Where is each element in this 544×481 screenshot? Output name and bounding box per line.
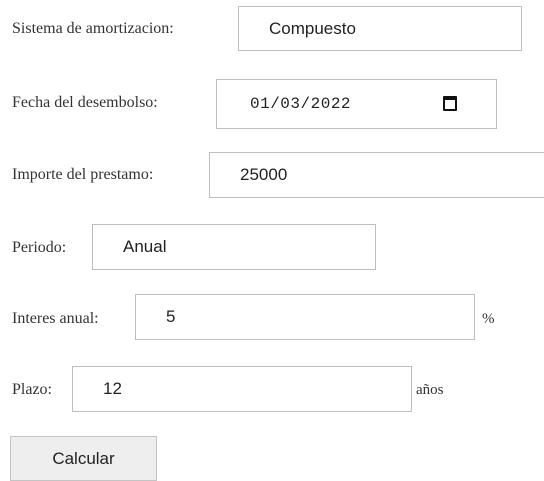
plazo-years-suffix: años	[416, 382, 444, 398]
importe-input[interactable]: 25000	[209, 152, 544, 198]
periodo-value: Anual	[123, 237, 167, 256]
plazo-input[interactable]: 12	[72, 366, 412, 412]
sistema-select[interactable]: Compuesto	[238, 6, 522, 51]
interes-label: Interes anual:	[12, 310, 99, 327]
plazo-label: Plazo:	[12, 381, 52, 398]
periodo-label: Periodo:	[12, 239, 67, 256]
interes-input[interactable]: 5	[135, 294, 475, 340]
sistema-value: Compuesto	[269, 18, 356, 38]
plazo-value: 12	[103, 379, 122, 398]
periodo-select[interactable]: Anual	[92, 224, 376, 270]
calendar-icon[interactable]	[443, 96, 457, 111]
calcular-button[interactable]: Calcular	[10, 436, 157, 481]
interes-value: 5	[166, 307, 176, 326]
importe-value: 25000	[240, 165, 288, 184]
fecha-value: 01/03/2022	[250, 95, 352, 113]
fecha-date-input[interactable]: 01/03/2022	[216, 79, 497, 129]
sistema-label: Sistema de amortizacion:	[12, 20, 174, 37]
fecha-label: Fecha del desembolso:	[12, 94, 158, 111]
importe-label: Importe del prestamo:	[12, 166, 154, 183]
interes-percent-suffix: %	[482, 311, 495, 327]
